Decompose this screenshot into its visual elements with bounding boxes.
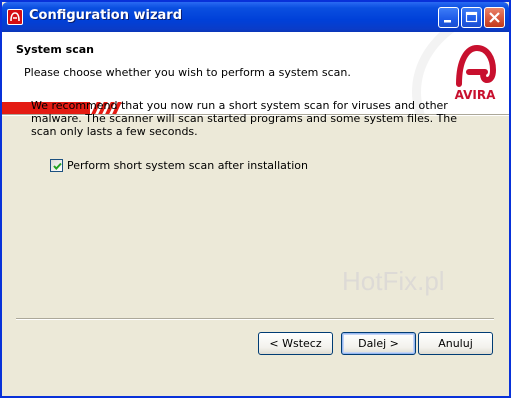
wizard-window: Configuration wizard System scan Please … [0, 0, 511, 398]
back-button[interactable]: < Wstecz [258, 332, 333, 355]
minimize-icon [444, 20, 451, 23]
page-title: System scan [16, 43, 94, 56]
maximize-icon [465, 11, 478, 23]
minimize-button[interactable] [438, 7, 459, 28]
avira-umbrella-icon [7, 9, 23, 25]
window-title: Configuration wizard [29, 8, 183, 23]
maximize-button[interactable] [461, 7, 482, 28]
title-bar[interactable]: Configuration wizard [2, 2, 509, 32]
cancel-button[interactable]: Anuluj [418, 332, 493, 355]
scan-description: We recommend that you now run a short sy… [31, 99, 458, 138]
close-button[interactable] [484, 7, 505, 28]
checkmark-icon [53, 162, 62, 170]
close-icon [489, 12, 500, 23]
system-scan-checkbox[interactable] [50, 159, 63, 172]
avira-umbrella-logo-icon [456, 44, 497, 87]
watermark-text: HotFix.pl [342, 266, 445, 296]
system-scan-checkbox-label[interactable]: Perform short system scan after installa… [67, 159, 308, 172]
next-button[interactable]: Dalej > [341, 332, 416, 355]
page-subtitle: Please choose whether you wish to perfor… [24, 66, 351, 79]
footer-divider [16, 318, 494, 320]
